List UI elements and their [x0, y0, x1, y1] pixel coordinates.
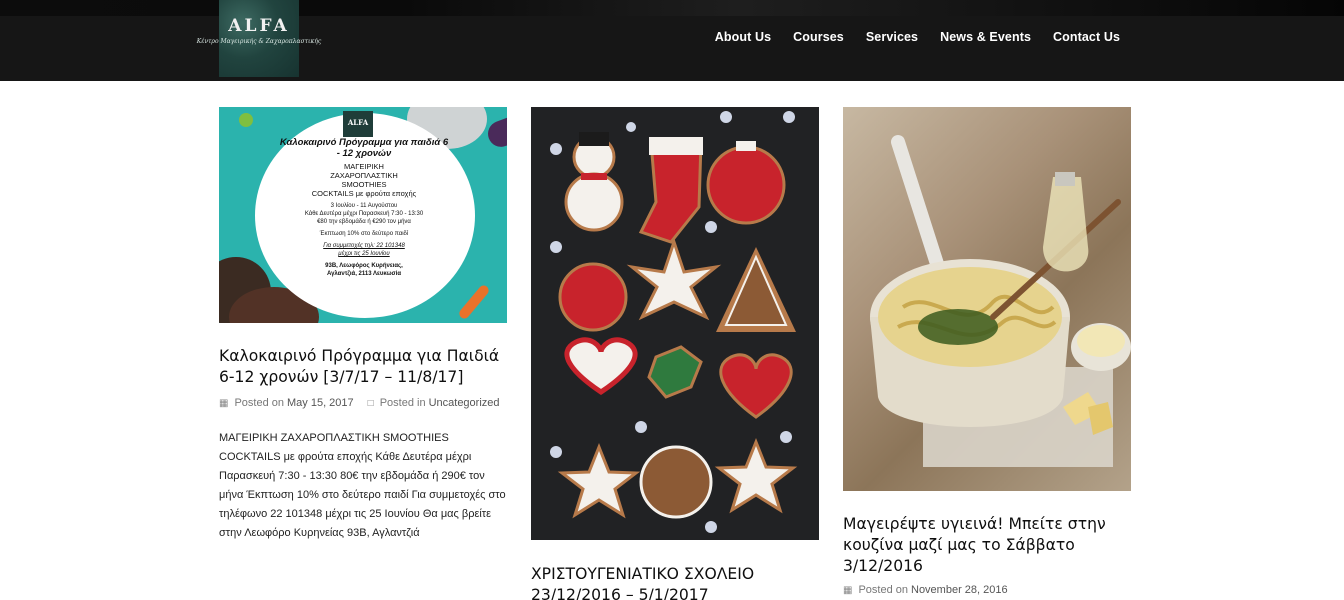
post-2-image[interactable]: [531, 107, 819, 540]
calendar-icon: ▦: [843, 584, 853, 596]
post-1-category[interactable]: Uncategorized: [429, 397, 500, 409]
nav-about-us[interactable]: About Us: [715, 30, 771, 44]
post-1-excerpt: ΜΑΓΕΙΡΙΚΗ ΖΑΧΑΡΟΠΛΑΣΤΙΚΗ SMOOTHIES COCKT…: [219, 432, 506, 539]
main-menu: About Us Courses Services News & Events …: [693, 30, 1120, 44]
flyer-detail: Αγλαντζιά, 2113 Λευκωσία: [326, 271, 402, 277]
eggplant-illustration: [484, 107, 507, 151]
site-logo[interactable]: ALFA Κέντρο Μαγειρικής & Ζαχαροπλαστικής: [197, 0, 321, 77]
post-2-title[interactable]: ΧΡΙΣΤΟΥΓΕΝΙΑΤΙΚΟ ΣΧΟΛΕΙΟ 23/12/2016 – 5/…: [531, 564, 821, 600]
post-1-date[interactable]: May 15, 2017: [287, 397, 354, 409]
posted-on-label: Posted on: [858, 584, 908, 596]
folder-icon: □: [367, 397, 374, 409]
nav-services[interactable]: Services: [866, 30, 918, 44]
post-3-date[interactable]: November 28, 2016: [911, 584, 1008, 596]
flyer-logo: ALFA: [343, 111, 373, 137]
flyer-detail: €80 την εβδομάδα ή €290 τον μήνα: [317, 219, 411, 225]
logo-tagline: Κέντρο Μαγειρικής & Ζαχαροπλαστικής: [196, 38, 322, 45]
flyer-line: SMOOTHIES: [341, 180, 387, 189]
flyer-text: Καλοκαιρινό Πρόγραμμα για παιδιά 6 - 12 …: [279, 137, 449, 278]
post-1-title[interactable]: Καλοκαιρινό Πρόγραμμα για Παιδιά 6-12 χρ…: [219, 346, 509, 388]
post-1-image[interactable]: ALFA Καλοκαιρινό Πρόγραμμα για παιδιά 6 …: [219, 107, 507, 323]
flyer-detail: 93Β, Λεωφόρος Κυρήνειας,: [325, 263, 403, 269]
pasta-illustration: [870, 135, 1131, 467]
flyer-detail: μέχρι τις 25 Ιουνίου: [338, 251, 390, 257]
flyer-detail: Για συμμετοχές τηλ: 22 101348: [323, 243, 405, 249]
flyer-detail: 3 Ιουλίου - 11 Αυγούστου: [330, 203, 398, 209]
flyer-heading: Καλοκαιρινό Πρόγραμμα για παιδιά 6 - 12 …: [279, 137, 449, 159]
flyer-line: ΜΑΓΕΙΡΙΚΗ: [344, 162, 384, 171]
post-1-meta: ▦ Posted on May 15, 2017 □ Posted in Unc…: [219, 397, 500, 409]
nav-news-events[interactable]: News & Events: [940, 30, 1031, 44]
logo-wordmark: ALFA: [228, 16, 290, 36]
flyer-line: ΖΑΧΑΡΟΠΛΑΣΤΙΚΗ: [330, 171, 398, 180]
carrot-illustration: [457, 283, 491, 321]
flyer-detail: Κάθε Δευτέρα μέχρι Παρασκευή 7:30 - 13:3…: [304, 211, 424, 217]
flyer-detail: Έκπτωση 10% στο δεύτερο παιδί: [319, 231, 409, 237]
calendar-icon: ▦: [219, 397, 229, 409]
navigation-bar: [0, 16, 1344, 81]
nav-courses[interactable]: Courses: [793, 30, 844, 44]
posted-on-label: Posted on: [234, 397, 284, 409]
post-3-title[interactable]: Μαγειρέψτε υγιεινά! Μπείτε στην κουζίνα …: [843, 514, 1133, 577]
post-3-image[interactable]: [843, 107, 1131, 491]
cookies-illustration: [550, 111, 798, 533]
posted-in-label: Posted in: [379, 397, 426, 409]
top-strip: [0, 0, 1344, 16]
nav-contact-us[interactable]: Contact Us: [1053, 30, 1120, 44]
peas-illustration: [239, 113, 253, 127]
post-3-meta: ▦ Posted on November 28, 2016: [843, 584, 1008, 596]
flyer-line: COCKTAILS με φρούτα εποχής: [311, 189, 417, 198]
